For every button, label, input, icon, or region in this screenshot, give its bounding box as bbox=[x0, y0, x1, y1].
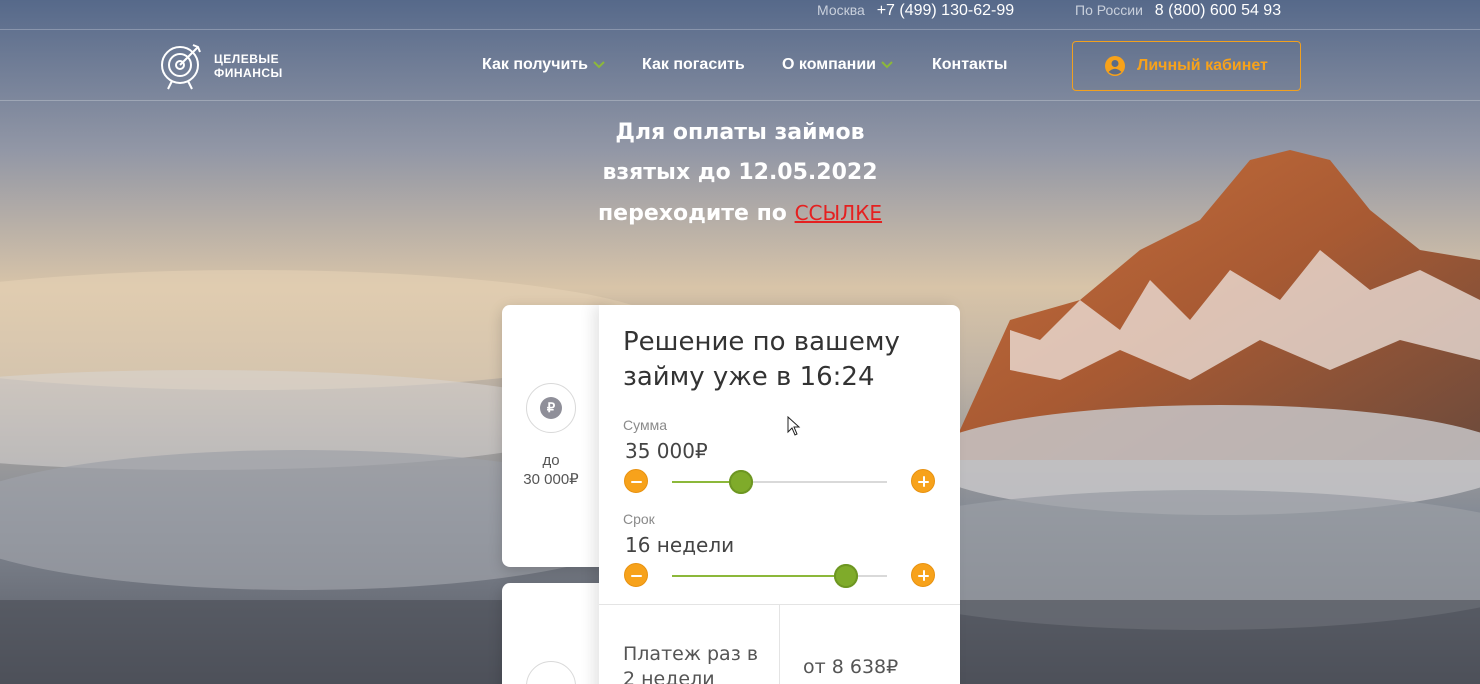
logo-text: ЦЕЛЕВЫЕ ФИНАНСЫ bbox=[214, 52, 283, 80]
divider bbox=[779, 604, 780, 684]
nav-item-about[interactable]: О компании bbox=[782, 56, 893, 74]
nav-item-contacts[interactable]: Контакты bbox=[932, 56, 1007, 74]
term-label: Срок bbox=[623, 511, 655, 527]
amount-value: 35 000₽ bbox=[625, 439, 708, 463]
amount-slider-handle[interactable] bbox=[728, 470, 753, 494]
offer-card-second[interactable] bbox=[502, 583, 612, 684]
logo-line-1: ЦЕЛЕВЫЕ bbox=[214, 52, 280, 66]
logo-line-2: ФИНАНСЫ bbox=[214, 66, 283, 80]
payment-value: от 8 638₽ bbox=[803, 656, 899, 678]
personal-account-label: Личный кабинет bbox=[1137, 57, 1268, 74]
chevron-down-icon bbox=[593, 61, 605, 69]
contact-phone[interactable]: 8 (800) 600 54 93 bbox=[1155, 2, 1281, 19]
nav-item-label: О компании bbox=[782, 56, 876, 73]
offer-card-amount-line-1: до bbox=[542, 452, 560, 469]
ruble-glyph: ₽ bbox=[540, 397, 562, 419]
amount-slider[interactable] bbox=[672, 470, 887, 494]
user-icon bbox=[1105, 56, 1126, 76]
notice-link[interactable]: ССЫЛКЕ bbox=[795, 201, 882, 225]
logo[interactable]: ЦЕЛЕВЫЕ ФИНАНСЫ bbox=[160, 40, 310, 92]
notice-line-2: взятых до 12.05.2022 bbox=[602, 160, 878, 185]
nav-item-label: Контакты bbox=[932, 56, 1008, 73]
term-slider-handle[interactable] bbox=[834, 564, 859, 588]
amount-decrease-button[interactable] bbox=[624, 469, 648, 493]
notice-line-3-prefix: переходите по bbox=[597, 201, 787, 226]
nav-item-label: Как погасить bbox=[642, 56, 745, 73]
ruble-icon: ₽ bbox=[526, 383, 576, 433]
target-icon bbox=[161, 44, 201, 90]
offer-card-amount-line-2: 30 000₽ bbox=[523, 471, 579, 488]
payment-label: Платеж раз в 2 недели bbox=[623, 643, 759, 684]
loan-calculator: Решение по вашему займу уже в 16:24 Сумм… bbox=[599, 305, 960, 684]
coins-icon bbox=[526, 661, 576, 684]
term-decrease-button[interactable] bbox=[624, 563, 648, 587]
term-slider-fill bbox=[672, 575, 847, 577]
nav-item-how-to-get[interactable]: Как получить bbox=[482, 56, 605, 74]
calculator-title: Решение по вашему займу уже в 16:24 bbox=[623, 327, 900, 392]
notice-line-1: Для оплаты займов bbox=[615, 120, 865, 145]
chevron-down-icon bbox=[881, 61, 893, 69]
contact-phone[interactable]: +7 (499) 130-62-99 bbox=[877, 2, 1014, 19]
nav-item-how-to-repay[interactable]: Как погасить bbox=[642, 56, 745, 74]
term-increase-button[interactable] bbox=[911, 563, 935, 587]
personal-account-button[interactable]: Личный кабинет bbox=[1072, 41, 1301, 91]
term-slider[interactable] bbox=[672, 564, 887, 588]
contact-russia: По России 8 (800) 600 54 93 bbox=[1075, 2, 1281, 20]
payment-notice: Для оплаты займов взятых до 12.05.2022 п… bbox=[440, 113, 1040, 234]
nav-item-label: Как получить bbox=[482, 56, 588, 73]
contact-city: По России bbox=[1075, 2, 1143, 18]
contact-city: Москва bbox=[817, 2, 865, 18]
notice-line-3: переходите по ССЫЛКЕ bbox=[440, 193, 1040, 234]
contact-moscow: Москва +7 (499) 130-62-99 bbox=[817, 2, 1014, 20]
offer-card-amount-label: до 30 000₽ bbox=[502, 451, 600, 489]
main-navbar: ЦЕЛЕВЫЕ ФИНАНСЫ Как получить Как погасит… bbox=[0, 31, 1480, 101]
amount-increase-button[interactable] bbox=[911, 469, 935, 493]
mouse-cursor-icon bbox=[787, 416, 801, 436]
term-value: 16 недели bbox=[625, 533, 735, 557]
contacts-bar: Москва +7 (499) 130-62-99 По России 8 (8… bbox=[0, 0, 1480, 30]
offer-card-amount[interactable]: ₽ до 30 000₽ bbox=[502, 305, 612, 567]
amount-label: Сумма bbox=[623, 417, 667, 433]
